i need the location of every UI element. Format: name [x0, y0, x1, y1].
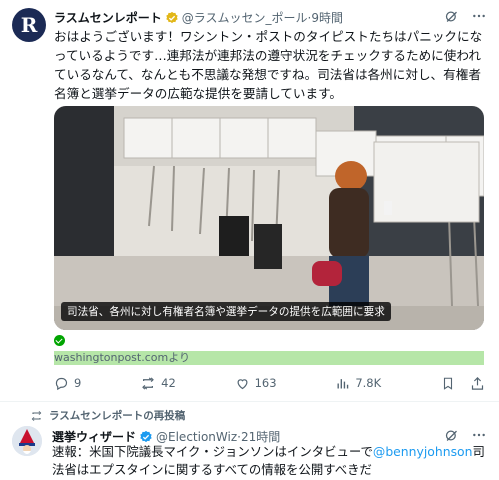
bookmark-icon[interactable] [440, 375, 456, 391]
tweet-top-actions [443, 427, 487, 443]
tweet-actions: 9 42 163 7.8K [54, 374, 486, 392]
tweet-text: おはようございます！ワシントン・ポストのタイピストたちはパニックになっているよう… [54, 29, 483, 101]
action-right-group [440, 375, 486, 391]
more-icon[interactable] [471, 8, 487, 24]
reply-count: 9 [74, 376, 82, 390]
tweet-top-actions [443, 8, 487, 24]
avatar[interactable] [12, 426, 42, 456]
tweet-reposted[interactable]: ラスムセンレポートの再投稿 選挙ウィザード @ElectionWiz · 21時… [0, 402, 499, 480]
repost-icon [142, 376, 154, 390]
views-count: 7.8K [355, 376, 382, 390]
repost-label[interactable]: ラスムセンレポートの再投稿 [49, 408, 185, 423]
heart-icon [237, 378, 248, 389]
verified-badge-icon [165, 11, 179, 25]
repost-indicator: ラスムセンレポートの再投稿 [30, 408, 185, 423]
like-button[interactable]: 163 [235, 376, 277, 391]
handle[interactable]: @ラスムッセン_ポール [182, 9, 308, 26]
views-icon [337, 378, 349, 388]
timestamp[interactable]: 9時間 [311, 9, 343, 26]
reply-button[interactable]: 9 [54, 376, 81, 391]
repost-small-icon [31, 410, 42, 421]
wizard-avatar-icon [12, 426, 42, 456]
tweet-text: 速報：米国下院議長マイク・ジョンソンはインタビューで@bennyjohnson司… [52, 443, 488, 479]
media-caption: 司法省、各州に対し有権者名簿や選挙データの提供を広範囲に要求 [61, 302, 391, 321]
like-count: 163 [254, 376, 277, 390]
grok-icon[interactable] [443, 427, 459, 443]
share-icon[interactable] [470, 375, 486, 391]
reply-icon [55, 377, 68, 390]
voting-booths-photo [54, 106, 484, 330]
tweet-main[interactable]: R ラスムセンレポート @ラスムッセン_ポール · 9時間 おはようございます！… [0, 0, 499, 401]
tweet-header: ラスムセンレポート @ラスムッセン_ポール · 9時間 [54, 9, 343, 26]
repost-button[interactable]: 42 [140, 376, 176, 391]
display-name[interactable]: ラスムセンレポート [54, 9, 162, 26]
views-button[interactable]: 7.8K [335, 376, 381, 391]
mention-link[interactable]: @bennyjohnson [373, 444, 473, 459]
repost-count: 42 [161, 376, 176, 390]
tweet-text-part1: 速報：米国下院議長マイク・ジョンソンはインタビューで [52, 444, 373, 459]
avatar[interactable]: R [12, 8, 46, 42]
more-icon[interactable] [471, 427, 487, 443]
handle[interactable]: @ElectionWiz [156, 430, 237, 444]
grok-icon[interactable] [443, 8, 459, 24]
link-source[interactable]: washingtonpost.comより [54, 351, 484, 365]
verified-badge-icon [139, 430, 153, 444]
tweet-media-image[interactable]: 司法省、各州に対し有権者名簿や選挙データの提供を広範囲に要求 [54, 106, 484, 330]
check-icon [54, 335, 65, 346]
